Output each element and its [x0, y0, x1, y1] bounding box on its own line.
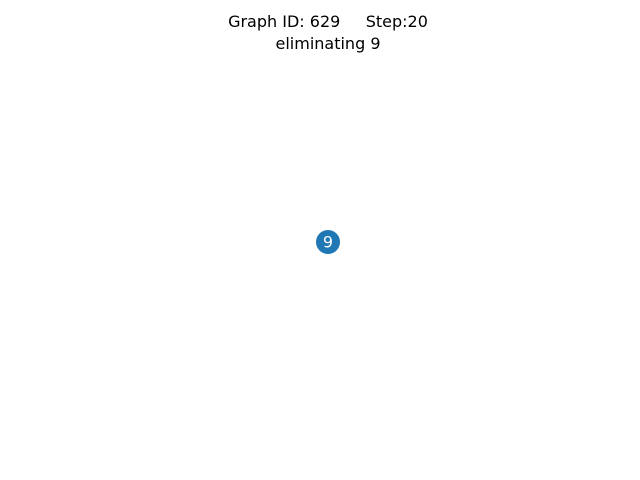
graph-canvas: 9 — [316, 230, 340, 254]
graph-nodes: 9 — [316, 230, 340, 254]
graph-node-label: 9 — [323, 233, 333, 252]
graph-node: 9 — [316, 230, 340, 254]
graph-figure: Graph ID: 629 Step:20 eliminating 9 9 — [0, 0, 640, 480]
